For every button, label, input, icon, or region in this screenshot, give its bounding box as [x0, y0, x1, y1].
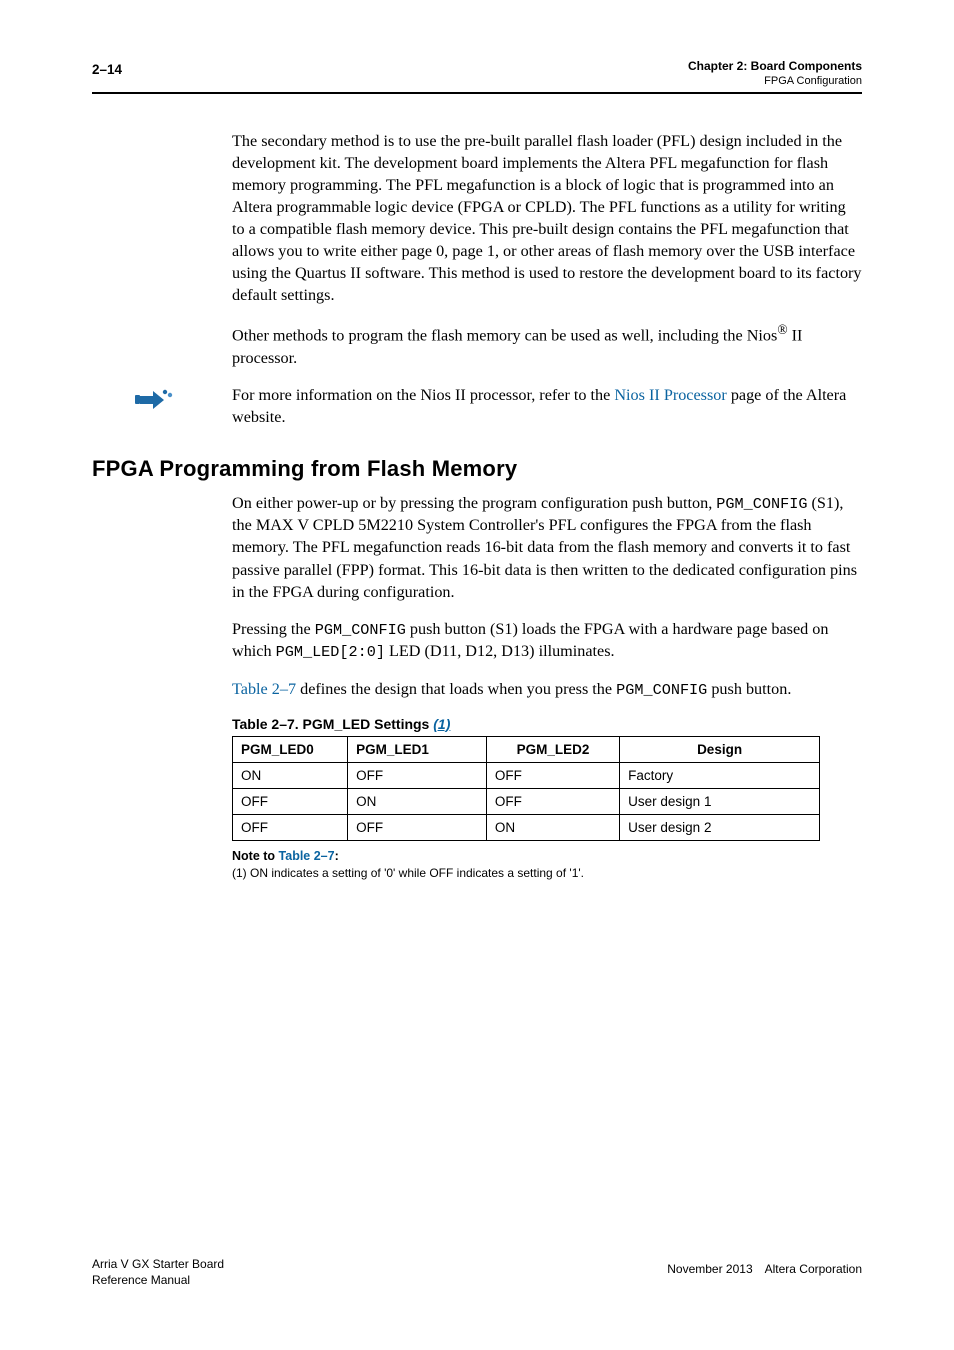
page: 2–14 Chapter 2: Board Components FPGA Co… [0, 0, 954, 1350]
cell: ON [348, 788, 487, 814]
footer-left: Arria V GX Starter Board Reference Manua… [92, 1256, 224, 1288]
table-row: OFF OFF ON User design 2 [233, 814, 820, 840]
table-row: OFF ON OFF User design 1 [233, 788, 820, 814]
code-pgm-config-3: PGM_CONFIG [616, 681, 707, 699]
table-caption-text: Table 2–7. PGM_LED Settings [232, 716, 433, 732]
table-row: ON OFF OFF Factory [233, 762, 820, 788]
text: push button. [707, 680, 791, 698]
col-design: Design [620, 736, 820, 762]
paragraph-pfl-description: The secondary method is to use the pre-b… [232, 130, 862, 306]
col-pgm-led2: PGM_LED2 [486, 736, 619, 762]
text: For more information on the Nios II proc… [232, 386, 614, 404]
code-pgm-led-range: PGM_LED[2:0] [276, 643, 385, 661]
cell: User design 1 [620, 788, 820, 814]
pointer-icon [134, 386, 174, 412]
body-column: The secondary method is to use the pre-b… [232, 130, 862, 880]
note-table-link[interactable]: Table 2–7 [279, 849, 335, 863]
cell: OFF [233, 814, 348, 840]
header-rule [92, 92, 862, 94]
paragraph-table-ref: Table 2–7 defines the design that loads … [232, 678, 862, 701]
registered-mark: ® [777, 322, 787, 337]
text: Note to [232, 849, 279, 863]
cell: OFF [486, 788, 619, 814]
table-2-7-link[interactable]: Table 2–7 [232, 680, 296, 698]
paragraph-nios-methods: Other methods to program the flash memor… [232, 321, 862, 368]
cell: ON [486, 814, 619, 840]
text: On either power-up or by pressing the pr… [232, 494, 716, 512]
cell: OFF [348, 762, 487, 788]
note-heading: Note to Table 2–7: [232, 849, 862, 863]
table-header-row: PGM_LED0 PGM_LED1 PGM_LED2 Design [233, 736, 820, 762]
paragraph-powerup: On either power-up or by pressing the pr… [232, 492, 862, 603]
header-chapter: Chapter 2: Board Components [688, 58, 862, 74]
code-pgm-config: PGM_CONFIG [716, 495, 807, 513]
cell: User design 2 [620, 814, 820, 840]
footer-doc-type: Reference Manual [92, 1272, 224, 1288]
header-right: Chapter 2: Board Components FPGA Configu… [688, 58, 862, 89]
section-heading-fpga-prog: FPGA Programming from Flash Memory [92, 456, 862, 482]
paragraph-pgm-led: Pressing the PGM_CONFIG push button (S1)… [232, 618, 862, 663]
header-page-number: 2–14 [92, 62, 122, 77]
text: Pressing the [232, 620, 315, 638]
table-footnote-link[interactable]: (1) [433, 716, 450, 732]
paragraph-nios-link: For more information on the Nios II proc… [232, 384, 862, 428]
col-pgm-led1: PGM_LED1 [348, 736, 487, 762]
table-caption: Table 2–7. PGM_LED Settings (1) [232, 716, 862, 732]
header-subsection: FPGA Configuration [688, 74, 862, 89]
cell: ON [233, 762, 348, 788]
text: LED (D11, D12, D13) illuminates. [385, 642, 615, 660]
pgm-led-table: PGM_LED0 PGM_LED1 PGM_LED2 Design ON OFF… [232, 736, 820, 841]
text: : [335, 849, 339, 863]
cell: OFF [348, 814, 487, 840]
cell: OFF [486, 762, 619, 788]
nios-processor-link[interactable]: Nios II Processor [614, 386, 726, 404]
footer-board-name: Arria V GX Starter Board [92, 1256, 224, 1272]
code-pgm-config-2: PGM_CONFIG [315, 621, 406, 639]
cell: Factory [620, 762, 820, 788]
note-body: (1) ON indicates a setting of '0' while … [232, 866, 862, 880]
footer-right: November 2013 Altera Corporation [667, 1262, 862, 1276]
col-pgm-led0: PGM_LED0 [233, 736, 348, 762]
cell: OFF [233, 788, 348, 814]
text: Other methods to program the flash memor… [232, 327, 777, 345]
text: defines the design that loads when you p… [296, 680, 616, 698]
